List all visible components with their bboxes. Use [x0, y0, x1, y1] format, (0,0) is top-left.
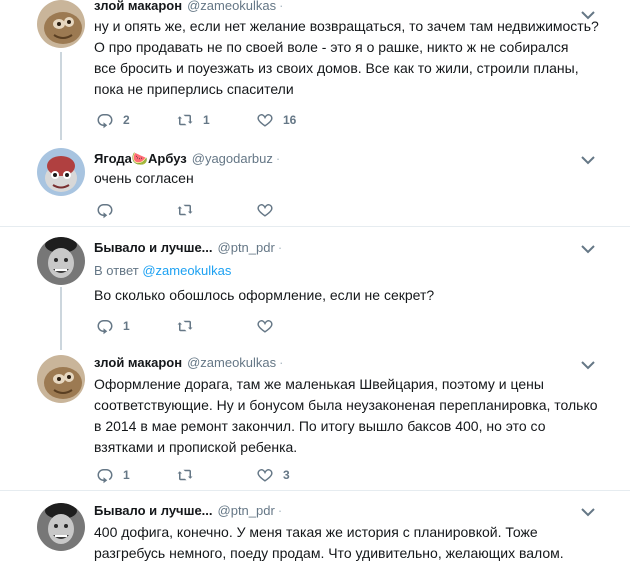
- separator-dot: ·: [279, 355, 284, 370]
- heart-icon: [256, 111, 274, 129]
- display-name[interactable]: Бывало и лучше...: [94, 240, 213, 255]
- tweet-actions: 1 3: [96, 465, 356, 485]
- thread-line: [60, 52, 62, 140]
- user-handle[interactable]: @yagodarbuz: [192, 151, 273, 166]
- tweet-header: Ягода🍉Арбуз @yagodarbuz ·: [94, 151, 280, 167]
- like-button[interactable]: [256, 200, 283, 220]
- reply-count: 2: [123, 113, 130, 127]
- retweet-button[interactable]: [176, 465, 203, 485]
- retweet-icon: [176, 111, 194, 129]
- tweet-text: Во сколько обошлось оформление, если не …: [94, 285, 434, 306]
- retweet-icon: [176, 317, 194, 335]
- tweet-text: Оформление дорага, там же маленькая Швей…: [94, 374, 598, 458]
- tweet-actions: 2 1 16: [96, 110, 356, 130]
- reply-button[interactable]: 1: [96, 465, 130, 485]
- tweet-header: Бывало и лучше... @ptn_pdr ·: [94, 240, 282, 255]
- tweet-text-line: 400 дофига, конечно. У меня такая же ист…: [94, 524, 538, 540]
- avatar[interactable]: [37, 148, 85, 196]
- retweet-button[interactable]: [176, 316, 203, 336]
- chevron-down-icon[interactable]: [581, 507, 595, 517]
- separator-dot: ·: [279, 0, 284, 13]
- tweet-text-line: очень согласен: [94, 170, 194, 186]
- like-count: 3: [283, 468, 290, 482]
- like-button[interactable]: 3: [256, 465, 290, 485]
- reply-icon: [96, 317, 114, 335]
- reply-count: 1: [123, 319, 130, 333]
- watermelon-emoji: 🍉: [131, 151, 149, 166]
- chevron-down-icon[interactable]: [581, 155, 595, 165]
- reply-button[interactable]: 1: [96, 316, 130, 336]
- retweet-button[interactable]: 1: [176, 110, 210, 130]
- chevron-down-icon[interactable]: [581, 244, 595, 254]
- separator-dot: ·: [275, 151, 281, 166]
- heart-icon: [256, 466, 274, 484]
- like-button[interactable]: [256, 316, 283, 336]
- tweet-text: очень согласен: [94, 168, 194, 189]
- thread-line: [60, 287, 62, 350]
- display-name[interactable]: Ягода🍉Арбуз: [94, 151, 187, 166]
- retweet-icon: [176, 201, 194, 219]
- avatar[interactable]: [37, 0, 85, 48]
- avatar[interactable]: [37, 237, 85, 285]
- tweet-text: 400 дофига, конечно. У меня такая же ист…: [94, 522, 564, 564]
- reply-icon: [96, 466, 114, 484]
- tweet-header: злой макарон @zameokulkas ·: [94, 0, 284, 13]
- display-name[interactable]: злой макарон: [94, 0, 182, 13]
- avatar[interactable]: [37, 355, 85, 403]
- separator-dot: ·: [277, 240, 283, 255]
- heart-icon: [256, 201, 274, 219]
- reply-button[interactable]: 2: [96, 110, 130, 130]
- tweet-2: Ягода🍉Арбуз @yagodarbuz · очень согласен: [0, 140, 630, 226]
- tweet-text-line: пока не приперлись спасители: [94, 81, 294, 97]
- tweet-text-line: соответствующие. Ну и бонусом была неуза…: [94, 397, 598, 413]
- display-name-part: Ягода: [94, 151, 132, 166]
- tweet-5: Бывало и лучше... @ptn_pdr · 400 дофига, к…: [0, 491, 630, 578]
- reply-prefix: В ответ: [94, 263, 139, 278]
- reply-handle-link[interactable]: @zameokulkas: [142, 263, 231, 278]
- tweet-text-line: в 2014 в мае ремонт закончил. По итогу в…: [94, 418, 546, 434]
- display-name[interactable]: Бывало и лучше...: [94, 503, 213, 518]
- reply-icon: [96, 201, 114, 219]
- tweet-text-line: О про продавать не по своей воле - это я…: [94, 39, 569, 55]
- user-handle[interactable]: @ptn_pdr: [218, 240, 275, 255]
- display-name-part: Арбуз: [148, 151, 187, 166]
- tweet-text-line: разгребусь немного, поеду продам. Что уд…: [94, 545, 564, 561]
- retweet-count: 1: [203, 113, 210, 127]
- tweet-text-line: ну и опять же, если нет желание возвраща…: [94, 18, 599, 34]
- tweet-header: Бывало и лучше... @ptn_pdr ·: [94, 503, 282, 518]
- tweet-text-line: взятками и пропиской ребенка.: [94, 439, 298, 455]
- tweet-header: злой макарон @zameokulkas ·: [94, 355, 284, 370]
- display-name[interactable]: злой макарон: [94, 355, 182, 370]
- tweet-text: ну и опять же, если нет желание возвраща…: [94, 16, 599, 100]
- reply-icon: [96, 111, 114, 129]
- tweet-text-line: все бросить и поуезжать из своих домов. …: [94, 60, 579, 76]
- tweet-actions: [96, 200, 356, 220]
- tweet-text-line: Оформление дорага, там же маленькая Швей…: [94, 376, 544, 392]
- tweet-4: злой макарон @zameokulkas · Оформление дор…: [0, 350, 630, 490]
- reply-context: В ответ @zameokulkas: [94, 263, 231, 278]
- avatar[interactable]: [37, 503, 85, 551]
- retweet-button[interactable]: [176, 200, 203, 220]
- user-handle[interactable]: @zameokulkas: [187, 0, 276, 13]
- separator-dot: ·: [277, 503, 283, 518]
- like-count: 16: [283, 113, 297, 127]
- tweet-1: злой макарон @zameokulkas · ну и опять же,…: [0, 0, 630, 140]
- retweet-icon: [176, 466, 194, 484]
- tweet-3: Бывало и лучше... @ptn_pdr · В ответ @zame…: [0, 227, 630, 350]
- like-button[interactable]: 16: [256, 110, 296, 130]
- user-handle[interactable]: @zameokulkas: [187, 355, 276, 370]
- user-handle[interactable]: @ptn_pdr: [218, 503, 275, 518]
- tweet-actions: 1: [96, 316, 356, 336]
- tweet-text-line: Во сколько обошлось оформление, если не …: [94, 287, 435, 303]
- reply-count: 1: [123, 468, 130, 482]
- chevron-down-icon[interactable]: [581, 360, 595, 370]
- reply-button[interactable]: [96, 200, 123, 220]
- heart-icon: [256, 317, 274, 335]
